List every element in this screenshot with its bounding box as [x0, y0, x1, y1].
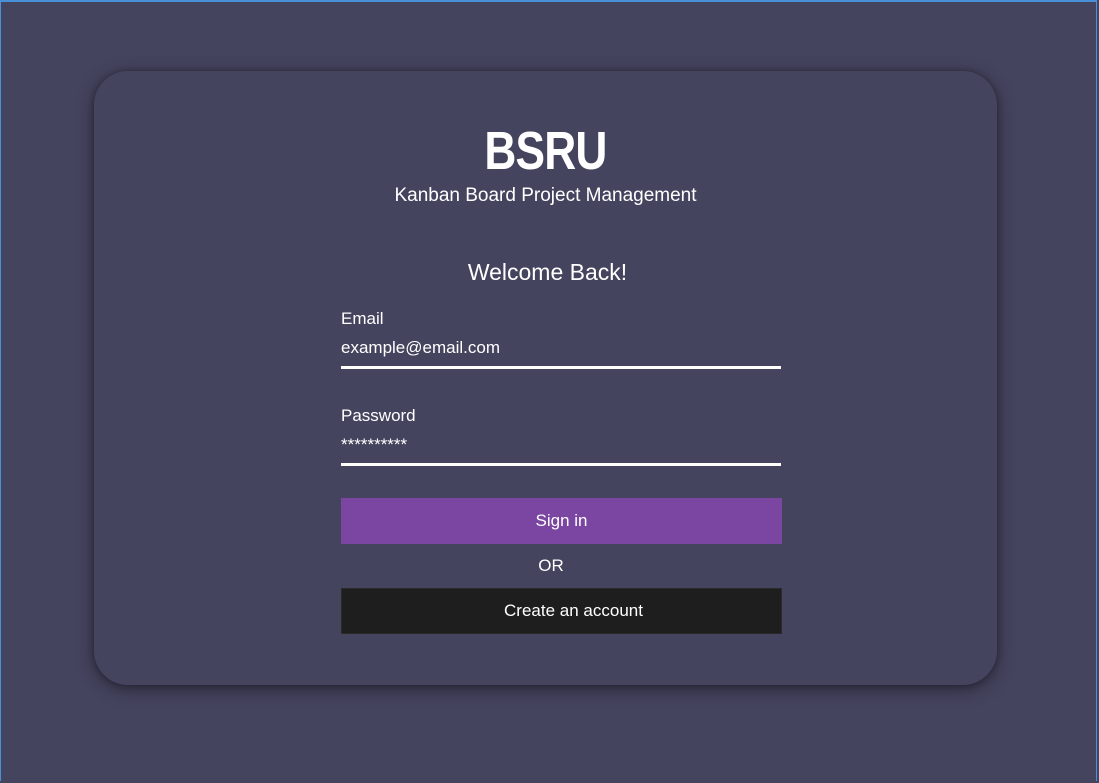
- password-input[interactable]: [341, 435, 781, 466]
- email-input[interactable]: [341, 338, 781, 369]
- login-form: Email Password Sign in OR Create an acco…: [341, 309, 782, 634]
- password-label: Password: [341, 406, 416, 425]
- welcome-heading: Welcome Back!: [467, 259, 628, 285]
- email-field-group: Email: [341, 309, 781, 369]
- password-field-group: Password: [341, 406, 781, 466]
- create-account-button[interactable]: Create an account: [341, 588, 782, 634]
- login-card: BSRU Kanban Board Project Management Wel…: [94, 71, 997, 685]
- email-label: Email: [341, 309, 384, 328]
- brand-logo: BSRU: [484, 121, 607, 181]
- or-divider: OR: [538, 556, 564, 575]
- brand-subtitle: Kanban Board Project Management: [394, 185, 697, 206]
- sign-in-button[interactable]: Sign in: [341, 498, 782, 544]
